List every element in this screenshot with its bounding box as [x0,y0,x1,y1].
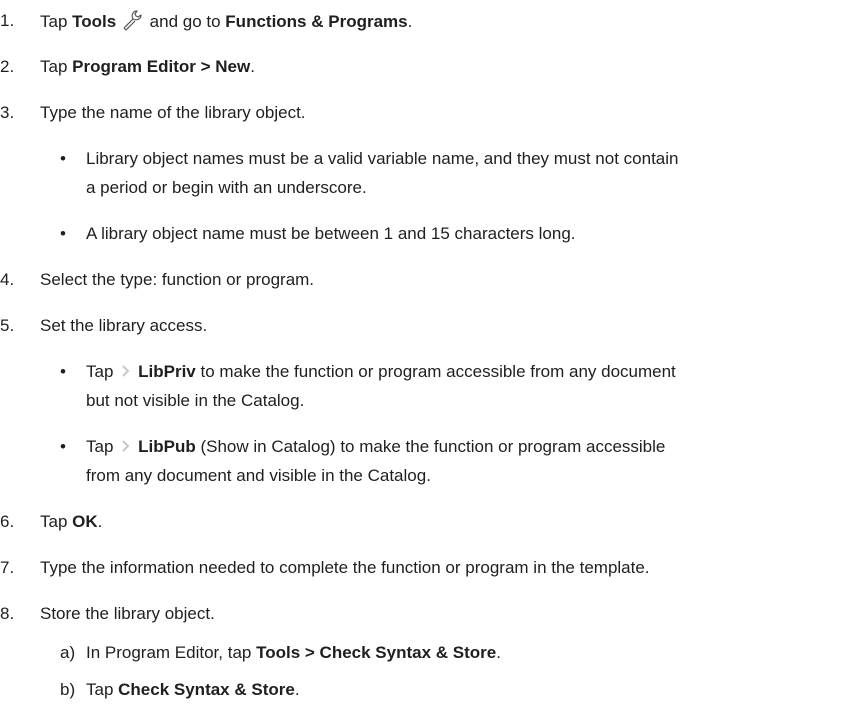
substep-bold-tools-check: Tools > Check Syntax & Store [256,643,497,662]
bullet-text-continued: from any document and visible in the Cat… [86,466,431,485]
step-text: Tap Tools and go to Functions & Programs… [40,9,412,34]
chevron-right-icon [118,436,138,452]
step-text: Type the information needed to complete … [40,558,650,577]
bullet-text: A library object name must be between 1 … [86,224,576,243]
step-text: Store the library object. [40,604,215,623]
bullet-text-post: to make the function or program accessib… [195,362,676,381]
step-bold-ok: OK [72,512,98,531]
substep-bold-check-syntax: Check Syntax & Store [118,680,295,699]
step-number: 1. [0,11,15,30]
step-number: 2. [0,57,15,76]
substep-text-pre: In Program Editor, tap [86,643,257,662]
bullet-bold-libpub: LibPub [138,437,196,456]
bullet-bold-libpriv: LibPriv [138,362,196,381]
step-text: Select the type: function or program. [40,270,315,289]
step-number: 6. [0,512,15,531]
step-number: 4. [0,270,15,289]
bullet-marker: • [60,437,66,456]
substep-text-post: . [294,680,300,699]
bullet-marker: • [60,362,66,381]
step-bold-functions: Functions & Programs [225,12,408,31]
bullet-text-continued: but not visible in the Catalog. [86,391,305,410]
substep-text: In Program Editor, tap Tools > Check Syn… [86,641,501,665]
step-bold-program-editor-new: Program Editor > New [72,57,251,76]
chevron-right-icon [118,361,138,377]
bullet-text: Tap LibPub (Show in Catalog) to make the… [86,435,665,459]
instructions-page: 1. Tap Tools and go to Functions & Progr… [0,0,858,707]
step-text-mid: and go to [144,12,226,31]
step-number: 3. [0,103,15,122]
bullet-text-post: (Show in Catalog) to make the function o… [195,437,666,456]
step-number: 7. [0,558,15,577]
bullet-text-continued: a period or begin with an underscore. [86,178,367,197]
bullet-text: Tap LibPriv to make the function or prog… [86,360,676,384]
bullet-marker: • [60,224,66,243]
substep-text-pre: Tap [86,680,119,699]
step-text-post: . [407,12,413,31]
step-bold-tools: Tools [72,12,117,31]
step-text: Tap OK. [40,510,102,534]
step-text-post: . [250,57,255,76]
bullet-marker: • [60,149,66,168]
step-text-pre: Tap [40,12,73,31]
step-text: Tap Program Editor > New. [40,55,255,79]
step-number: 5. [0,316,15,335]
step-text: Type the name of the library object. [40,103,306,122]
substep-text-post: . [496,643,501,662]
step-text-pre: Tap [40,57,73,76]
bullet-text: Library object names must be a valid var… [86,149,679,168]
step-text-post: . [97,512,103,531]
wrench-icon [121,9,145,31]
step-text-pre: Tap [40,512,73,531]
bullet-text-pre: Tap [86,362,119,381]
step-text: Set the library access. [40,316,208,335]
bullet-text-pre: Tap [86,437,119,456]
substep-text: Tap Check Syntax & Store. [86,678,300,702]
step-number: 8. [0,604,15,623]
